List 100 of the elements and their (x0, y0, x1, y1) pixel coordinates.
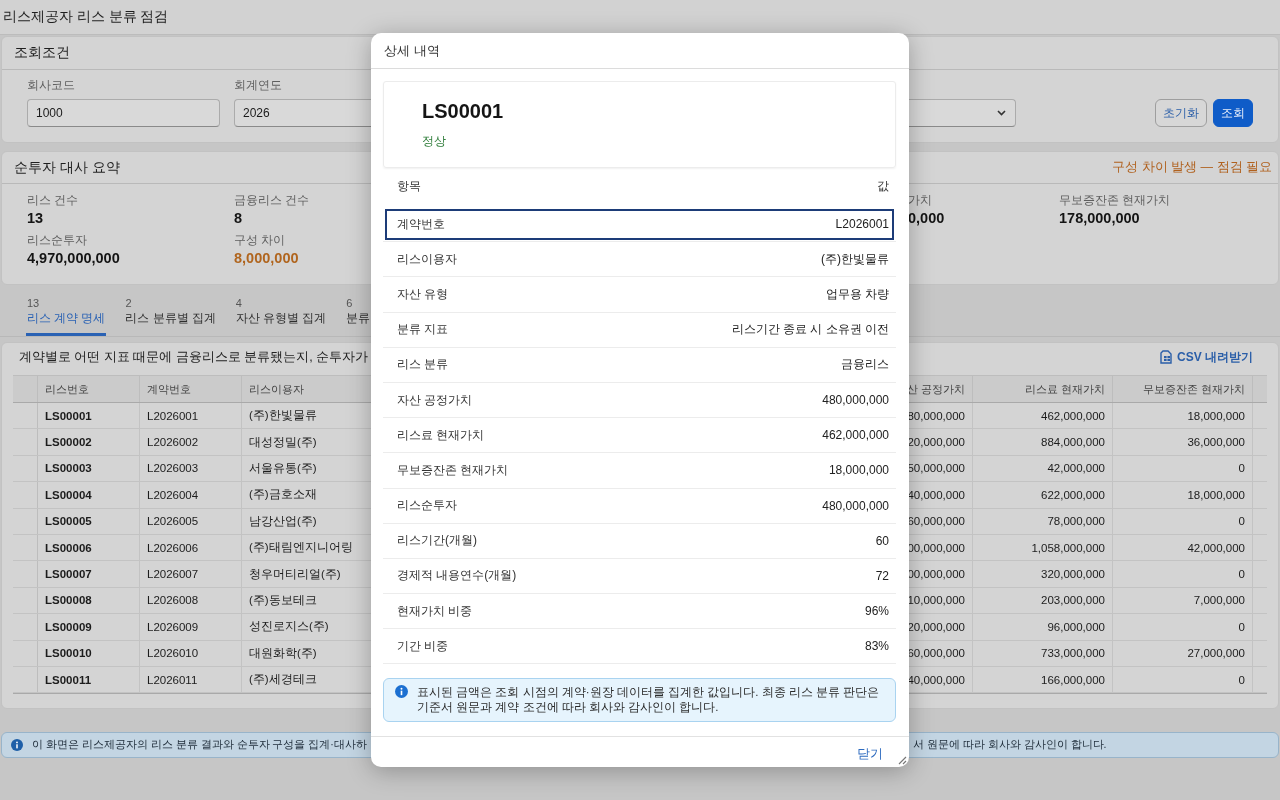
metric-label: 구성 차이 (234, 232, 286, 248)
tab[interactable]: 6 분류 (345, 289, 372, 336)
detail-label: 리스 분류 (397, 356, 449, 374)
field-label: 회계연도 (234, 78, 282, 92)
record-id: LS00001 (422, 99, 504, 123)
table-caption: 계약별로 어떤 지표 때문에 금융리스로 분류됐는지, 순투자가 (19, 348, 369, 366)
detail-value: 72 (875, 568, 889, 583)
tab[interactable]: 13 리스 계약 명세 (26, 289, 107, 336)
detail-value: 480,000,000 (822, 393, 889, 408)
table-cell: 884,000,000 (973, 429, 1113, 455)
detail-row[interactable]: 자산 공정가치 480,000,000 (383, 382, 896, 419)
metric-label: 금융리스 건수 (234, 192, 310, 208)
table-cell: 18,000,000 (1113, 482, 1253, 508)
table-cell: 7,000,000 (1113, 587, 1253, 614)
detail-row[interactable]: 계약번호 L2026001 (383, 207, 896, 243)
tab[interactable]: 4 자산 유형별 집계 (234, 289, 328, 336)
close-button[interactable]: 닫기 (857, 746, 883, 764)
table-cell: 18,000,000 (1113, 403, 1253, 429)
detail-label: 현재가치 비중 (397, 602, 473, 620)
resize-grip-icon[interactable] (897, 755, 907, 765)
table-cell: 27,000,000 (1113, 640, 1253, 666)
notice-text: 서 원문에 따라 회사와 감사인이 합니다. (913, 738, 1107, 753)
detail-row[interactable]: 무보증잔존 현재가치 18,000,000 (383, 453, 896, 489)
column-header: 리스료 현재가치 (973, 376, 1113, 402)
metric-value: 0,000 (908, 209, 945, 228)
status-label: 정상 (422, 133, 446, 149)
column-header: 무보증잔존 현재가치 (1113, 376, 1253, 402)
metric-label: 가치 (908, 192, 932, 208)
column-header: 계약번호 (140, 376, 242, 402)
table-cell: 733,000,000 (973, 640, 1113, 666)
table-cell: 96,000,000 (973, 614, 1113, 640)
table-cell: 0 (1113, 455, 1253, 482)
section-title: 순투자 대사 요약 (14, 158, 120, 177)
table-cell: 166,000,000 (973, 666, 1113, 693)
metric-value: 8,000,000 (234, 249, 299, 268)
detail-value: 리스기간 종료 시 소유권 이전 (731, 321, 889, 339)
table-cell: 0 (1113, 614, 1253, 640)
detail-value: 462,000,000 (822, 428, 889, 443)
metric-label: 무보증잔존 현재가치 (1059, 192, 1171, 208)
table-cell: 0 (1113, 666, 1253, 693)
table-cell: 0 (1113, 561, 1253, 587)
spreadsheet-icon (1159, 350, 1173, 364)
table-cell: LS00003 (38, 455, 140, 482)
metric-value: 8 (234, 209, 243, 228)
detail-label: 계약번호 (397, 215, 445, 233)
info-icon (395, 685, 408, 699)
detail-value: 금융리스 (841, 356, 889, 374)
page-title: 리스제공자 리스 분류 점검 (3, 8, 169, 26)
detail-label: 분류 지표 (397, 321, 449, 339)
detail-value: 60 (875, 533, 889, 548)
detail-label: 리스이용자 (397, 250, 457, 268)
metric-value: 4,970,000,000 (27, 249, 120, 268)
detail-value: 업무용 차량 (825, 285, 889, 303)
table-cell: 42,000,000 (973, 455, 1113, 482)
table-cell: LS00004 (38, 482, 140, 508)
field-label: 회사코드 (27, 78, 75, 92)
note-text: 표시된 금액은 조회 시점의 계약·원장 데이터를 집계한 값입니다. 최종 리스 분류 판단은 기준서 원문과 계약 조건에 따라 회사와 감사인이 합니다. (417, 685, 881, 716)
table-cell: 203,000,000 (973, 587, 1113, 614)
detail-row[interactable]: 기간 비중 83% (383, 629, 896, 665)
table-cell: 42,000,000 (1113, 534, 1253, 561)
detail-row[interactable]: 리스순투자 480,000,000 (383, 488, 896, 524)
table-cell: LS00011 (38, 666, 140, 693)
dialog-title: 상세 내역 (384, 41, 440, 60)
action-button[interactable]: 초기화 (1155, 99, 1207, 127)
detail-value: (주)한빛물류 (821, 250, 889, 268)
table-cell: LS00005 (38, 508, 140, 534)
table-cell: L2026004 (140, 482, 242, 508)
action-button[interactable]: 조회 (1213, 99, 1253, 127)
table-cell: 78,000,000 (973, 508, 1113, 534)
input-field[interactable]: 1000 (27, 99, 220, 127)
table-cell: LS00006 (38, 534, 140, 561)
detail-label: 리스기간(개월) (397, 532, 477, 550)
detail-row[interactable]: 분류 지표 리스기간 종료 시 소유권 이전 (383, 312, 896, 348)
detail-value: 480,000,000 (822, 498, 889, 513)
table-cell: LS00007 (38, 561, 140, 587)
detail-row[interactable]: 현재가치 비중 96% (383, 594, 896, 630)
column-header: 값 (877, 177, 889, 195)
download-link[interactable]: CSV 내려받기 (1159, 348, 1253, 366)
table-cell: 1,058,000,000 (973, 534, 1113, 561)
detail-row[interactable]: 자산 유형 업무용 차량 (383, 277, 896, 313)
table-cell: L2026010 (140, 640, 242, 666)
table-cell: 36,000,000 (1113, 429, 1253, 455)
detail-value: 83% (864, 639, 889, 654)
table-cell: L2026011 (140, 666, 242, 693)
table-cell: L2026006 (140, 534, 242, 561)
detail-row[interactable]: 리스기간(개월) 60 (383, 523, 896, 559)
detail-label: 무보증잔존 현재가치 (397, 461, 509, 479)
column-header: 항목 (397, 177, 421, 195)
detail-row[interactable]: 경제적 내용연수(개월) 72 (383, 558, 896, 595)
detail-row[interactable]: 리스이용자 (주)한빛물류 (383, 242, 896, 278)
detail-label: 자산 공정가치 (397, 391, 473, 409)
detail-row[interactable]: 리스료 현재가치 462,000,000 (383, 418, 896, 454)
table-cell: L2026002 (140, 429, 242, 455)
metric-label: 리스순투자 (27, 232, 87, 248)
table-cell: L2026007 (140, 561, 242, 587)
table-cell: 462,000,000 (973, 403, 1113, 429)
tab[interactable]: 2 리스 분류별 집계 (124, 289, 217, 336)
table-cell: 320,000,000 (973, 561, 1113, 587)
column-header: 리스번호 (38, 376, 140, 402)
detail-row[interactable]: 리스 분류 금융리스 (383, 347, 896, 383)
